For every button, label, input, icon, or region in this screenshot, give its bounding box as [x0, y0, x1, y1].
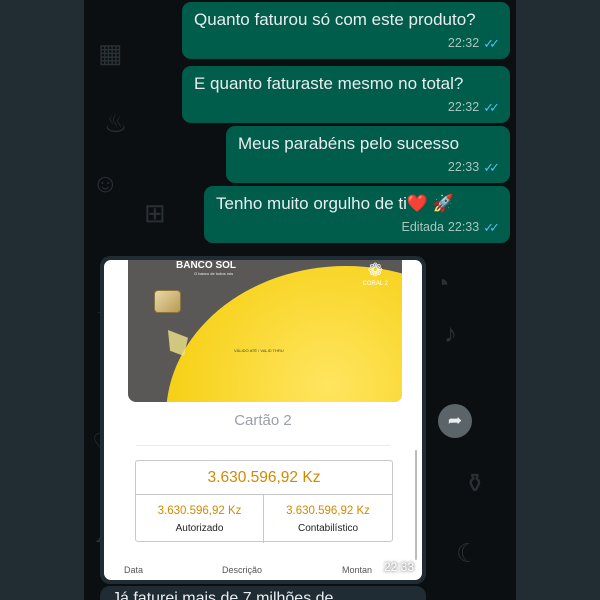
- card-brand-sub: O banco de todos nós: [194, 271, 234, 276]
- message-time: 22:32: [447, 100, 480, 114]
- image-screenshot[interactable]: BANCO SOL O banco de todos nós ❁ CORAL 2…: [104, 260, 422, 580]
- edited-label: Editada: [401, 220, 444, 234]
- card-title: Cartão 2: [234, 412, 292, 429]
- bank-card-image: BANCO SOL O banco de todos nós ❁ CORAL 2…: [128, 260, 402, 402]
- authorized-label: Autorizado: [175, 523, 224, 534]
- double-check-read-icon: ✓✓: [483, 36, 500, 51]
- message-meta: 22:33 ✓✓: [238, 156, 500, 179]
- image-message-time: 22:33: [383, 560, 414, 574]
- card-network-logo: ❁ CORAL 2: [363, 260, 388, 287]
- message-bubble[interactable]: E quanto faturaste mesmo no total? 22:32…: [182, 66, 510, 123]
- scrollbar: [415, 450, 417, 560]
- total-balance: 3.630.596,92 Kz: [136, 461, 392, 495]
- message-time: 22:33: [447, 220, 480, 234]
- partial-message-bubble[interactable]: Já faturei mais de 7 milhões de: [100, 586, 426, 600]
- balance-summary: 3.630.596,92 Kz 3.630.596,92 Kz Autoriza…: [135, 460, 393, 543]
- message-meta: 22:32 ✓✓: [194, 96, 500, 119]
- double-check-read-icon: ✓✓: [483, 160, 500, 175]
- wallpaper-moon-icon: ☾: [456, 538, 480, 568]
- accounting-label: Contabilístico: [297, 523, 359, 534]
- wallpaper-pot-icon: ⚱: [464, 468, 486, 498]
- message-meta: Editada 22:33 ✓✓: [216, 216, 500, 239]
- message-time: 22:33: [447, 160, 480, 174]
- double-check-read-icon: ✓✓: [483, 100, 500, 115]
- wallpaper-ice-cream-icon: ♨: [104, 108, 128, 138]
- card-chip-icon: [154, 290, 181, 313]
- message-time: 22:32: [447, 36, 480, 50]
- wallpaper-smile-icon: ☺: [92, 168, 119, 198]
- column-header-date: Data: [124, 565, 144, 575]
- right-background-band: [516, 0, 600, 600]
- message-text: Quanto faturou só com este produto?: [194, 10, 476, 29]
- card-brand: BANCO SOL: [176, 260, 236, 271]
- column-header-description: Descrição: [222, 565, 263, 575]
- accounting-column: 3.630.596,92 Kz Contabilístico: [264, 495, 392, 543]
- left-background-band: [0, 0, 84, 600]
- authorized-value: 3.630.596,92 Kz: [157, 505, 242, 517]
- double-check-read-icon: ✓✓: [483, 220, 500, 235]
- wallpaper-music-icon: ♪: [444, 318, 457, 348]
- wallpaper-grid-icon: ⊞: [144, 198, 166, 228]
- card-valid-thru: VÁLIDO ATÉ / VALID THRU: [234, 348, 284, 353]
- message-text: E quanto faturaste mesmo no total?: [194, 74, 464, 93]
- flower-logo-icon: ❁: [367, 260, 383, 280]
- divider: [136, 445, 390, 446]
- message-bubble[interactable]: Tenho muito orgulho de ti❤️ 🚀 Editada 22…: [204, 186, 510, 243]
- authorized-column: 3.630.596,92 Kz Autorizado: [136, 495, 264, 543]
- card-logo-text: CORAL 2: [362, 281, 388, 287]
- image-message[interactable]: BANCO SOL O banco de todos nós ❁ CORAL 2…: [100, 256, 426, 584]
- message-bubble[interactable]: Meus parabéns pelo sucesso 22:33 ✓✓: [226, 126, 510, 183]
- message-text: Tenho muito orgulho de ti❤️ 🚀: [216, 194, 454, 213]
- wallpaper-calendar-icon: ▦: [98, 38, 123, 68]
- forward-share-icon: ➦: [447, 411, 463, 430]
- message-bubble[interactable]: Quanto faturou só com este produto? 22:3…: [182, 2, 510, 59]
- column-header-amount: Montan: [342, 565, 373, 575]
- transactions-header: Data Descrição Montan: [104, 562, 422, 580]
- partial-message-text: Já faturei mais de 7 milhões de: [112, 590, 334, 600]
- message-meta: 22:32 ✓✓: [194, 32, 500, 55]
- wallpaper-helmet-icon: ◔: [434, 268, 450, 298]
- message-text: Meus parabéns pelo sucesso: [238, 134, 460, 153]
- accounting-value: 3.630.596,92 Kz: [286, 505, 370, 517]
- forward-share-button[interactable]: ➦: [438, 404, 472, 438]
